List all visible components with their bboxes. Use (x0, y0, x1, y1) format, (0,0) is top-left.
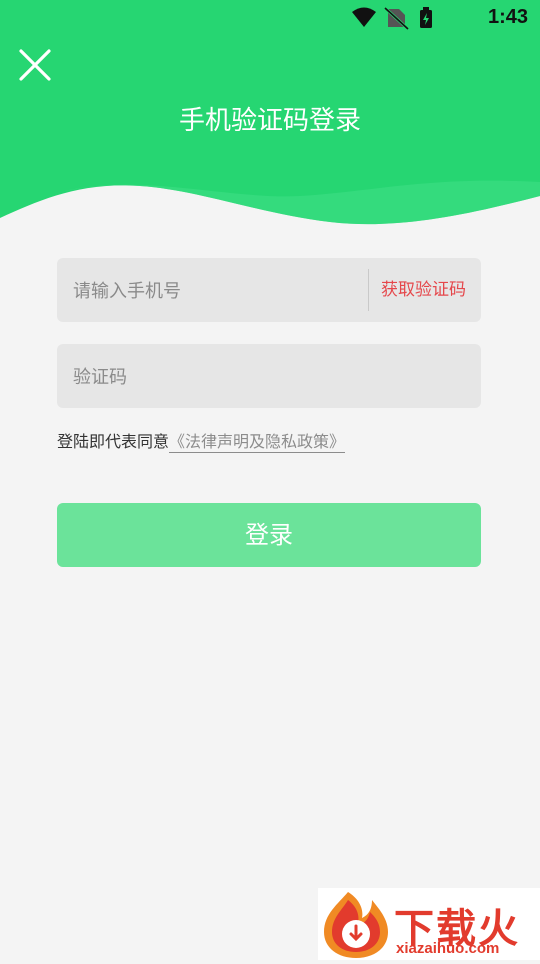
field-divider (368, 269, 369, 311)
phone-field-container: 获取验证码 (57, 258, 481, 324)
agreement-prefix: 登陆即代表同意 (57, 432, 170, 451)
watermark-logo: 下载火 xiazaihuo.com (318, 888, 540, 960)
battery-charging-icon (420, 7, 432, 28)
agreement-text: 登陆即代表同意《法律声明及隐私政策》 (57, 428, 346, 453)
login-button[interactable]: 登录 (57, 503, 481, 567)
status-time: 1:43 (487, 6, 528, 28)
close-button[interactable] (14, 44, 56, 86)
phone-input[interactable] (71, 258, 355, 324)
get-code-button[interactable]: 获取验证码 (381, 258, 466, 322)
close-icon (19, 49, 51, 81)
flame-logo-icon (324, 892, 388, 958)
code-field-container (57, 344, 481, 410)
verification-code-input[interactable] (71, 344, 465, 410)
status-bar: 1:43 (0, 0, 540, 36)
page-title: 手机验证码登录 (178, 106, 361, 136)
privacy-policy-link[interactable]: 《法律声明及隐私政策》 (169, 432, 346, 453)
no-sim-icon (383, 6, 410, 30)
watermark-url: xiazaihuo.com (396, 940, 500, 957)
status-icons (352, 6, 432, 30)
wifi-icon (352, 7, 376, 27)
